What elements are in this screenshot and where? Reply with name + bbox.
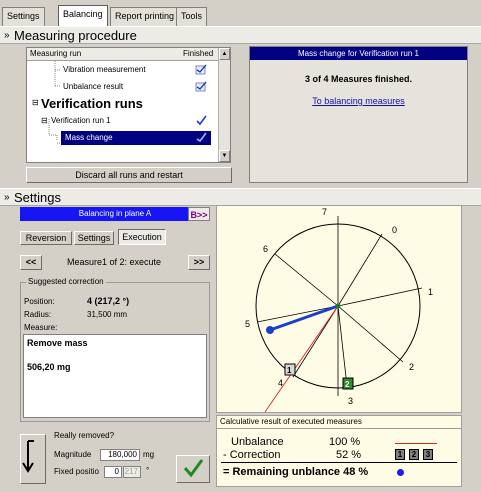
unbalance-legend-line (395, 443, 437, 444)
unbalance-vector-tip (266, 326, 274, 334)
position-label: Position: (24, 297, 55, 306)
remaining-unbalance: = Remaining unblance 48 % (223, 466, 369, 478)
balancing-plane-bar: Balancing in plane A (20, 207, 210, 221)
remaining-vector-dot (397, 469, 404, 476)
tab-execution[interactable]: Execution (118, 229, 166, 245)
finished-check-icon (195, 81, 207, 92)
settings-title: Settings (14, 190, 61, 205)
column-measuring-run: Measuring run (30, 49, 82, 58)
settings-header[interactable]: » Settings (0, 188, 481, 206)
arrow-down-icon (22, 440, 34, 473)
tab-strip: Settings Balancing Report printing Tools (0, 0, 481, 26)
list-scrollbar[interactable]: ▲ ▼ (218, 48, 230, 162)
tab-sub-settings[interactable]: Settings (74, 231, 114, 245)
scroll-up-icon[interactable]: ▲ (219, 48, 230, 60)
angle-label-5: 5 (245, 319, 250, 329)
measure-mass-value: 506,20 mg (27, 362, 71, 372)
angle-label-6: 6 (263, 244, 268, 254)
collapse-chevron-icon[interactable]: » (4, 27, 10, 44)
correction-legend-1: 1 (395, 449, 405, 460)
magnitude-input[interactable]: 180,000 (100, 449, 140, 461)
finished-check-icon (196, 115, 207, 126)
correction-value: 52 % (336, 449, 362, 461)
angle-unit: ° (146, 466, 150, 475)
angle-label-4: 4 (278, 378, 283, 388)
list-item-selected[interactable]: Mass change (61, 131, 211, 145)
correction-label: - Correction (223, 449, 281, 461)
measure-box: Remove mass 506,20 mg (23, 334, 207, 418)
suggested-correction-group: Suggested correction Position: 4 (217,2 … (20, 277, 210, 422)
balancing-measures-link[interactable]: To balancing measures (250, 96, 467, 106)
measure-action: Remove mass (27, 338, 88, 348)
checkmark-icon (183, 459, 204, 478)
correction-marker-1-label: 1 (287, 366, 292, 375)
next-measure-button[interactable]: >> (188, 255, 210, 270)
tab-reversion[interactable]: Reversion (20, 231, 72, 245)
previous-measure-button[interactable]: << (20, 255, 42, 270)
fixed-angle-input: 217 (123, 466, 141, 478)
finished-check-icon (195, 64, 207, 75)
next-plane-button[interactable]: B>> (188, 207, 210, 221)
run-info-title: Mass change for Verification run 1 (250, 47, 467, 60)
correction-marker-2-label: 2 (345, 380, 350, 389)
scroll-down-icon[interactable]: ▼ (219, 150, 230, 162)
tab-tools[interactable]: Tools (176, 7, 208, 26)
collapse-minus-icon[interactable]: ⊟ (41, 116, 48, 125)
run-info-panel: Mass change for Verification run 1 3 of … (249, 46, 468, 183)
angle-label-0: 0 (392, 225, 397, 235)
column-finished: Finished (183, 49, 214, 58)
measure-label: Measure: (24, 323, 58, 332)
suggested-correction-title: Suggested correction (26, 277, 106, 286)
really-removed-label: Really removed? (54, 431, 115, 440)
collapse-minus-icon[interactable]: ⊟ (32, 98, 39, 107)
confirm-button[interactable] (176, 455, 210, 483)
measuring-procedure-title: Measuring procedure (14, 28, 137, 43)
fixed-position-input[interactable]: 0 (104, 466, 122, 478)
list-item[interactable]: ⊟ Verification runs (27, 95, 217, 113)
in-progress-icon (196, 132, 207, 143)
tab-settings[interactable]: Settings (2, 7, 45, 26)
radius-value: 31,500 mm (87, 310, 128, 319)
collapse-chevron-icon[interactable]: » (4, 189, 10, 206)
magnitude-unit: mg (143, 450, 155, 459)
unbalance-vector (269, 304, 339, 332)
measuring-procedure-header[interactable]: » Measuring procedure (0, 26, 481, 44)
unbalance-value: 100 % (329, 436, 361, 448)
polar-diagram: 7 0 1 2 3 4 5 6 1 2 (216, 205, 462, 413)
angle-label-2: 2 (409, 362, 414, 372)
correction-legend-2: 2 (409, 449, 419, 460)
magnitude-label: Magnitude (54, 450, 92, 459)
angle-label-3: 3 (348, 396, 353, 406)
measuring-runs-list[interactable]: Measuring run Finished Vibration measure… (26, 47, 231, 163)
position-value: 4 (217,2 °) (87, 296, 130, 306)
list-item[interactable]: Vibration measurement (27, 62, 217, 78)
result-title: Calculative result of executed measures (220, 417, 362, 426)
run-info-status: 3 of 4 Measures finished. (304, 74, 413, 84)
calculated-result-panel: Calculative result of executed measures … (216, 415, 462, 487)
radius-label: Radius: (24, 310, 52, 319)
measure-step-label: Measure1 of 2: execute (66, 257, 162, 267)
list-header: Measuring run Finished (27, 48, 230, 61)
fixed-position-label: Fixed positio (54, 467, 99, 476)
tab-balancing[interactable]: Balancing (58, 5, 108, 26)
list-item[interactable]: ⊟ Verification run 1 (27, 113, 217, 129)
list-item[interactable]: Unbalance result (27, 79, 217, 95)
correction-legend-3: 3 (423, 449, 433, 460)
tab-report-printing[interactable]: Report printing (110, 7, 180, 26)
apply-correction-button[interactable] (20, 434, 46, 484)
unbalance-label: Unbalance (231, 436, 284, 448)
discard-runs-button[interactable]: Discard all runs and restart (26, 167, 232, 183)
polar-plot: 7 0 1 2 3 4 5 6 1 2 (245, 207, 433, 413)
angle-label-1: 1 (428, 287, 433, 297)
angle-label-7: 7 (322, 207, 327, 217)
